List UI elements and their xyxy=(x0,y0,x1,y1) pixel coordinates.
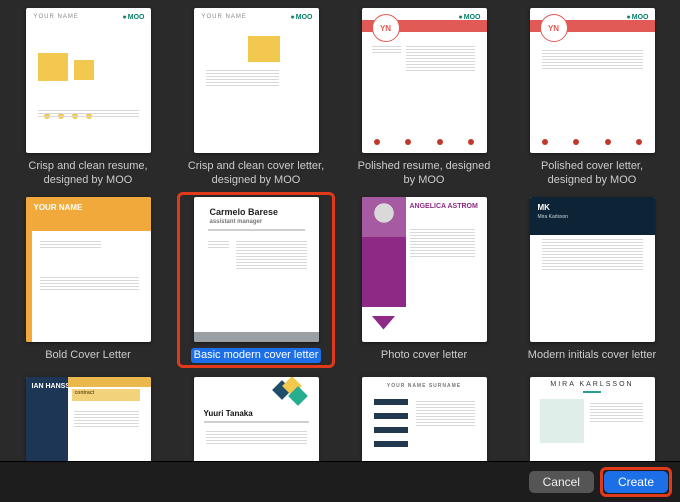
template-label: Crisp and clean resume, designed by MOO xyxy=(14,159,162,189)
moo-logo: MOO xyxy=(291,14,313,21)
thumb-initials: YN xyxy=(540,14,568,42)
thumb-name: Yuuri Tanaka xyxy=(204,409,253,418)
thumb-name: Carmelo Barese xyxy=(210,207,279,217)
thumb-decor xyxy=(269,379,309,407)
thumb-block xyxy=(74,60,94,80)
template-item[interactable]: YOUR NAME MOO Crisp and clean cover lett… xyxy=(182,8,330,189)
template-thumb: IAN HANSSON contract xyxy=(26,377,151,462)
thumb-initials: YN xyxy=(372,14,400,42)
thumb-stripe xyxy=(68,377,151,387)
thumb-dots xyxy=(542,139,643,145)
thumb-block xyxy=(38,53,68,81)
thumb-name: ANGELICA ASTROM xyxy=(410,203,478,210)
thumb-tag: contract xyxy=(72,389,140,401)
template-thumb: Yuuri Tanaka xyxy=(194,377,319,462)
template-item-selected[interactable]: Carmelo Barese assistant manager Basic m… xyxy=(182,197,330,364)
thumb-photo xyxy=(540,399,584,443)
thumb-dots xyxy=(374,139,475,145)
template-label: Polished cover letter, designed by MOO xyxy=(518,159,666,189)
template-thumb: ANGELICA ASTROM xyxy=(362,197,487,342)
thumb-name: Mira Karlsson xyxy=(538,214,647,220)
thumb-name: YOUR NAME SURNAME xyxy=(372,383,477,389)
template-thumb: YN MOO xyxy=(362,8,487,153)
template-label: Modern initials cover letter xyxy=(525,348,659,364)
template-item[interactable]: Yuuri Tanaka xyxy=(182,371,330,462)
thumb-titlebar: YOUR NAME xyxy=(26,197,151,231)
moo-logo: MOO xyxy=(459,14,481,21)
cancel-button[interactable]: Cancel xyxy=(529,471,594,493)
thumb-hdr: YOUR NAME xyxy=(34,14,79,20)
template-thumb: YOUR NAME MOO xyxy=(26,8,151,153)
template-item[interactable]: YOUR NAME Bold Cover Letter xyxy=(14,197,162,364)
thumb-initials: MK xyxy=(538,203,550,212)
thumb-block xyxy=(248,36,280,62)
template-item[interactable]: MIRA KARLSSON xyxy=(518,371,666,462)
thumb-stripe xyxy=(362,237,406,307)
template-thumb: YOUR NAME xyxy=(26,197,151,342)
template-thumb: YOUR NAME SURNAME xyxy=(362,377,487,462)
template-item[interactable]: YOUR NAME SURNAME xyxy=(350,371,498,462)
template-thumb: MK Mira Karlsson xyxy=(530,197,655,342)
template-item[interactable]: YOUR NAME MOO Crisp and clean resume, de… xyxy=(14,8,162,189)
template-thumb: YN MOO xyxy=(530,8,655,153)
template-item[interactable]: YN MOO Polished cover letter, designed b… xyxy=(518,8,666,189)
template-label: Bold Cover Letter xyxy=(42,348,134,364)
template-label: Basic modern cover letter xyxy=(191,348,322,364)
thumb-titlebar: MK Mira Karlsson xyxy=(530,197,655,235)
thumb-name: MIRA KARLSSON xyxy=(530,381,655,388)
template-thumb: MIRA KARLSSON xyxy=(530,377,655,462)
template-grid: YOUR NAME MOO Crisp and clean resume, de… xyxy=(0,0,680,462)
thumb-hdr: YOUR NAME xyxy=(202,14,247,20)
template-item[interactable]: IAN HANSSON contract xyxy=(14,371,162,462)
template-item[interactable]: MK Mira Karlsson Modern initials cover le… xyxy=(518,197,666,364)
template-thumb: Carmelo Barese assistant manager xyxy=(194,197,319,342)
template-thumb: YOUR NAME MOO xyxy=(194,8,319,153)
moo-logo: MOO xyxy=(123,14,145,21)
template-label: Crisp and clean cover letter, designed b… xyxy=(182,159,330,189)
thumb-role: assistant manager xyxy=(210,219,263,225)
template-label: Photo cover letter xyxy=(378,348,470,364)
thumb-accent xyxy=(583,391,601,393)
moo-logo: MOO xyxy=(627,14,649,21)
template-item[interactable]: ANGELICA ASTROM Photo cover letter xyxy=(350,197,498,364)
thumb-photo xyxy=(362,197,406,237)
template-label: Polished resume, designed by MOO xyxy=(350,159,498,189)
create-button[interactable]: Create xyxy=(604,471,668,493)
thumb-chevron xyxy=(372,316,396,330)
dialog-footer: Cancel Create xyxy=(0,461,680,502)
template-item[interactable]: YN MOO Polished resume, designed by MOO xyxy=(350,8,498,189)
